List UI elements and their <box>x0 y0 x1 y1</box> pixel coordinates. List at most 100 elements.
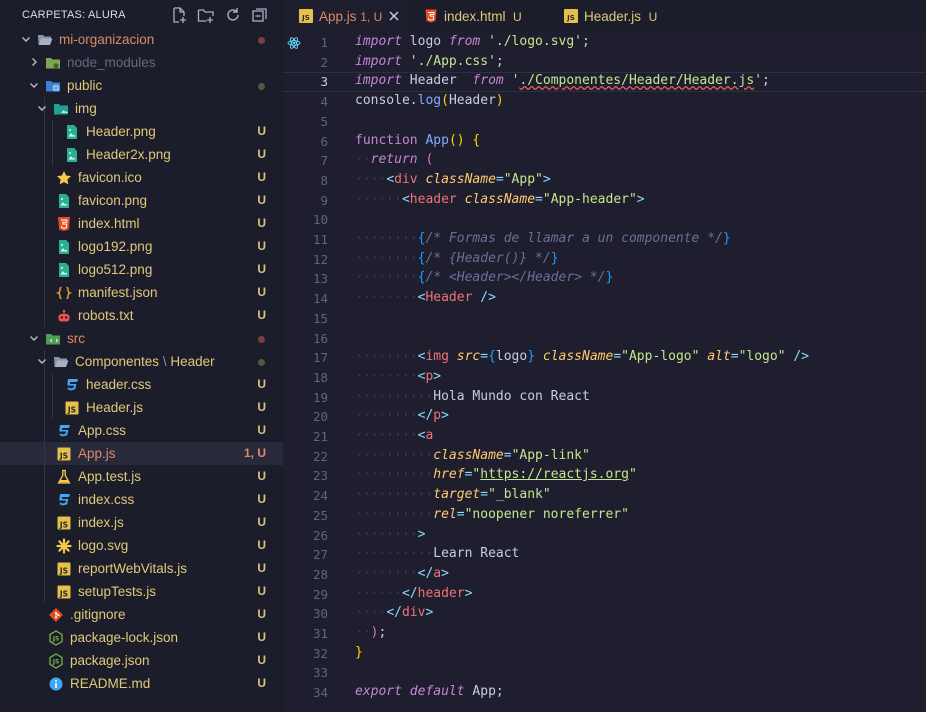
code-line[interactable]: 17 ········<img src={logo} className="App… <box>283 348 926 368</box>
chevron-right-icon[interactable] <box>28 56 40 68</box>
chevron-down-icon[interactable] <box>28 79 40 91</box>
code-line[interactable]: 19 ··········Hola Mundo con React <box>283 388 926 408</box>
file-reportwebvitals-js[interactable]: JS reportWebVitals.js U <box>0 557 283 580</box>
file-manifest-json[interactable]: manifest.json U <box>0 281 283 304</box>
folder-public[interactable]: public <box>0 74 283 97</box>
js-icon: JS <box>56 584 72 600</box>
code-token: div <box>394 171 418 187</box>
git-status-badge: U <box>257 423 266 437</box>
new-file-icon[interactable] <box>170 6 188 24</box>
folder-componentes[interactable]: Componentes \ Header <box>0 350 283 373</box>
code-line[interactable]: 9 ······<header className="App-header"> <box>283 191 926 211</box>
code-line[interactable]: 24 ··········target="_blank" <box>283 486 926 506</box>
line-number: 34 <box>312 685 328 701</box>
code-line[interactable]: 3 import Header from './Componentes/Heade… <box>283 72 926 92</box>
code-line[interactable]: 18 ········<p> <box>283 368 926 388</box>
code-line[interactable]: 8 ····<div className="App"> <box>283 171 926 191</box>
code-line[interactable]: 28 ········</a> <box>283 565 926 585</box>
code-line[interactable]: 27 ··········Learn React <box>283 545 926 565</box>
file-logo192-png[interactable]: logo192.png U <box>0 235 283 258</box>
collapse-all-icon[interactable] <box>251 6 269 24</box>
code-text: ··········target="_blank" <box>355 487 551 502</box>
code-text: ··········href="https://reactjs.org" <box>355 467 637 482</box>
code-text: ··); <box>355 625 386 640</box>
code-line[interactable]: 10 <box>283 210 926 230</box>
file-index-html[interactable]: index.html U <box>0 212 283 235</box>
close-icon[interactable] <box>386 8 402 24</box>
file-header2x-png[interactable]: Header2x.png U <box>0 143 283 166</box>
indent-guide <box>44 511 45 534</box>
code-line[interactable]: 31 ··); <box>283 624 926 644</box>
folder-img[interactable]: img <box>0 97 283 120</box>
file-favicon-ico[interactable]: favicon.ico U <box>0 166 283 189</box>
code-line[interactable]: 13 ········{/* <Header></Header> */} <box>283 269 926 289</box>
code-line[interactable]: 32} <box>283 644 926 664</box>
folder-src-icon <box>45 331 61 347</box>
folder-node-modules[interactable]: node_modules <box>0 51 283 74</box>
code-line[interactable]: 7 ··return ( <box>283 151 926 171</box>
code-line[interactable]: 15 <box>283 309 926 329</box>
code-line[interactable]: 33 <box>283 663 926 683</box>
code-line[interactable]: 11 ········{/* Formas de llamar a un comp… <box>283 230 926 250</box>
indent-guide <box>44 281 45 304</box>
code-line[interactable]: 25 ··········rel="noopener noreferrer" <box>283 506 926 526</box>
code-line[interactable]: 34 export default App; <box>283 683 926 703</box>
chevron-down-icon[interactable] <box>28 332 40 344</box>
code-line[interactable]: 20 ········</p> <box>283 407 926 427</box>
file-setuptests-js[interactable]: JS setupTests.js U <box>0 580 283 603</box>
line-number: 25 <box>312 507 328 523</box>
chevron-down-icon[interactable] <box>20 33 32 45</box>
code-editor[interactable]: 1 import logo from './logo.svg'; 2 import '… <box>283 32 926 712</box>
file-index-css[interactable]: index.css U <box>0 488 283 511</box>
code-text: ····<div className="App"> <box>355 172 551 187</box>
file-package-lock-json[interactable]: JS package-lock.json U <box>0 626 283 649</box>
file-logo-svg[interactable]: logo.svg U <box>0 534 283 557</box>
file-gitignore[interactable]: .gitignore U <box>0 603 283 626</box>
tab-index-html[interactable]: index.html U <box>408 0 548 32</box>
code-line[interactable]: 12 ········{/* {Header()} */} <box>283 250 926 270</box>
file-readme-md[interactable]: README.md U <box>0 672 283 695</box>
chevron-down-icon[interactable] <box>36 355 48 367</box>
file-favicon-png[interactable]: favicon.png U <box>0 189 283 212</box>
line-number: 13 <box>312 271 328 287</box>
code-text: ········</a> <box>355 566 449 581</box>
tab-app-js[interactable]: JS App.js 1, U <box>283 0 408 32</box>
code-token: p <box>433 408 442 424</box>
folder-src[interactable]: src <box>0 327 283 350</box>
code-token: import <box>355 34 402 49</box>
file-app-js[interactable]: JS App.js 1, U <box>0 442 283 465</box>
code-line[interactable]: 23 ··········href="https://reactjs.org" <box>283 466 926 486</box>
code-line[interactable]: 26 ········> <box>283 526 926 546</box>
code-line[interactable]: 2 import './App.css'; <box>283 53 926 73</box>
file-header-css[interactable]: header.css U <box>0 373 283 396</box>
code-text: import Header from './Componentes/Header… <box>355 73 770 88</box>
code-text: ········<p> <box>355 369 441 384</box>
code-line[interactable]: 29 ······</header> <box>283 585 926 605</box>
folder-segment: Componentes <box>75 354 160 369</box>
code-line[interactable]: 21 ········<a <box>283 427 926 447</box>
file-header-png[interactable]: Header.png U <box>0 120 283 143</box>
file-app-test-js[interactable]: App.test.js U <box>0 465 283 488</box>
code-line[interactable]: 14 ········<Header /> <box>283 289 926 309</box>
file-header-js[interactable]: JS Header.js U <box>0 396 283 419</box>
code-token: ( <box>425 152 434 168</box>
file-package-json[interactable]: JS package.json U <box>0 649 283 672</box>
refresh-icon[interactable] <box>224 6 242 24</box>
code-line[interactable]: 30 ····</div> <box>283 604 926 624</box>
code-line[interactable]: 22 ··········className="App-link" <box>283 447 926 467</box>
file-index-js[interactable]: JS index.js U <box>0 511 283 534</box>
code-line[interactable]: 5 <box>283 112 926 132</box>
file-logo512-png[interactable]: logo512.png U <box>0 258 283 281</box>
svg-text:JS: JS <box>59 589 68 598</box>
tab-header-js[interactable]: JS Header.js U <box>548 0 680 32</box>
code-line[interactable]: 16 <box>283 329 926 349</box>
code-line[interactable]: 4 console.log(Header) <box>283 92 926 112</box>
file-app-css[interactable]: App.css U <box>0 419 283 442</box>
chevron-down-icon[interactable] <box>36 102 48 114</box>
code-line[interactable]: 1 import logo from './logo.svg'; <box>283 33 926 53</box>
file-robots-txt[interactable]: robots.txt U <box>0 304 283 327</box>
folder-mi-organizacion[interactable]: mi-organizacion <box>0 28 283 51</box>
new-folder-icon[interactable] <box>197 6 215 24</box>
line-number: 22 <box>312 448 328 464</box>
code-line[interactable]: 6 function App() { <box>283 132 926 152</box>
